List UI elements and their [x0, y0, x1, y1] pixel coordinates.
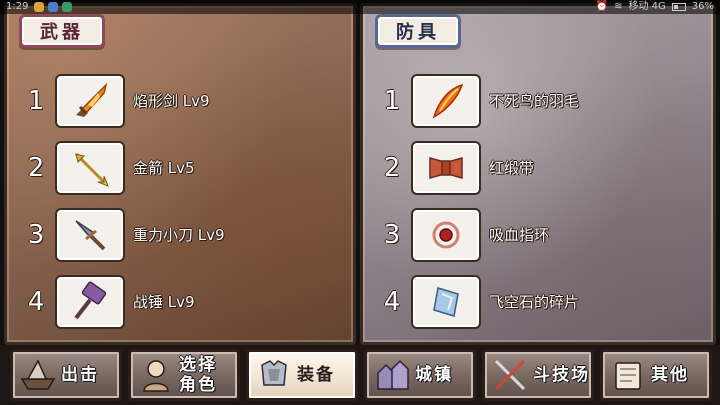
armor-slot-2[interactable]: 2 红缎带	[363, 139, 713, 199]
town-icon	[369, 352, 415, 398]
slot-number: 3	[27, 220, 45, 250]
bottom-nav: 出击 选择 角色 装备 城镇 斗技场 其他	[0, 345, 720, 405]
nav-label-line1: 选择	[179, 355, 217, 375]
armor-slot-3[interactable]: 3 吸血指环	[363, 206, 713, 266]
armor-panel: 防具 1 不死鸟的羽毛 2 红缎带 3 吸血指环 4 飞空石的碎片	[360, 3, 716, 345]
nav-sortie-button[interactable]: 出击	[10, 349, 122, 401]
weapons-panel: 武器 1 焰形剑 Lv9 2 金箭 Lv5 3 重力小刀 Lv9 4 战锤 Lv…	[4, 3, 356, 345]
wifi-icon: ≋	[614, 1, 623, 12]
nav-other-button[interactable]: 其他	[600, 349, 712, 401]
red-ribbon-icon[interactable]	[411, 141, 481, 195]
armor-slot-4[interactable]: 4 飞空石的碎片	[363, 273, 713, 333]
status-time: 1:29	[6, 1, 29, 12]
weapon-slot-1[interactable]: 1 焰形剑 Lv9	[7, 72, 353, 132]
nav-label: 斗技场	[533, 365, 590, 385]
character-icon	[133, 352, 179, 398]
slot-number: 4	[383, 287, 401, 317]
nav-arena-button[interactable]: 斗技场	[482, 349, 594, 401]
status-bar: 1:29 ⏰ ≋ 移动 4G 36%	[0, 0, 720, 14]
war-hammer-icon[interactable]	[55, 275, 125, 329]
gravity-knife-icon[interactable]	[55, 208, 125, 262]
nav-equipment-button[interactable]: 装备	[246, 349, 358, 401]
slot-number: 1	[383, 86, 401, 116]
nav-label: 城镇	[415, 365, 453, 385]
weapon-slot-2[interactable]: 2 金箭 Lv5	[7, 139, 353, 199]
nav-label: 出击	[61, 365, 99, 385]
slot-number: 1	[27, 86, 45, 116]
golden-arrow-icon[interactable]	[55, 141, 125, 195]
battery-level: 36%	[691, 1, 714, 12]
armor-name: 红缎带	[489, 159, 535, 177]
weapon-name: 焰形剑 Lv9	[133, 92, 210, 110]
armor-name: 不死鸟的羽毛	[489, 92, 580, 110]
nav-label: 装备	[297, 365, 335, 385]
phoenix-feather-icon[interactable]	[411, 74, 481, 128]
slot-number: 3	[383, 220, 401, 250]
weapons-tab[interactable]: 武器	[19, 14, 105, 48]
armor-icon	[251, 352, 297, 398]
slot-number: 4	[27, 287, 45, 317]
shield-icon	[48, 2, 58, 12]
armor-tab[interactable]: 防具	[375, 14, 461, 48]
nav-label: 其他	[651, 365, 689, 385]
alarm-icon: ⏰	[595, 1, 609, 12]
nav-label: 选择 角色	[179, 355, 217, 395]
nav-label-line2: 角色	[179, 375, 217, 395]
crossed-swords-icon	[487, 352, 533, 398]
armor-name: 吸血指环	[489, 226, 550, 244]
vampire-ring-icon[interactable]	[411, 208, 481, 262]
battery-icon	[671, 3, 686, 11]
nav-town-button[interactable]: 城镇	[364, 349, 476, 401]
ship-icon	[15, 352, 61, 398]
armor-name: 飞空石的碎片	[489, 293, 580, 311]
weapon-name: 战锤 Lv9	[133, 293, 195, 311]
notification-icon	[34, 2, 44, 12]
weapon-name: 金箭 Lv5	[133, 159, 195, 177]
weapon-slot-4[interactable]: 4 战锤 Lv9	[7, 273, 353, 333]
carrier-label: 移动 4G	[628, 1, 666, 12]
weapon-slot-3[interactable]: 3 重力小刀 Lv9	[7, 206, 353, 266]
flame-sword-icon[interactable]	[55, 74, 125, 128]
sky-stone-shard-icon[interactable]	[411, 275, 481, 329]
armor-slot-1[interactable]: 1 不死鸟的羽毛	[363, 72, 713, 132]
slot-number: 2	[27, 153, 45, 183]
shield-check-icon	[62, 2, 72, 12]
weapon-name: 重力小刀 Lv9	[133, 226, 225, 244]
scroll-icon	[605, 352, 651, 398]
nav-select-character-button[interactable]: 选择 角色	[128, 349, 240, 401]
slot-number: 2	[383, 153, 401, 183]
